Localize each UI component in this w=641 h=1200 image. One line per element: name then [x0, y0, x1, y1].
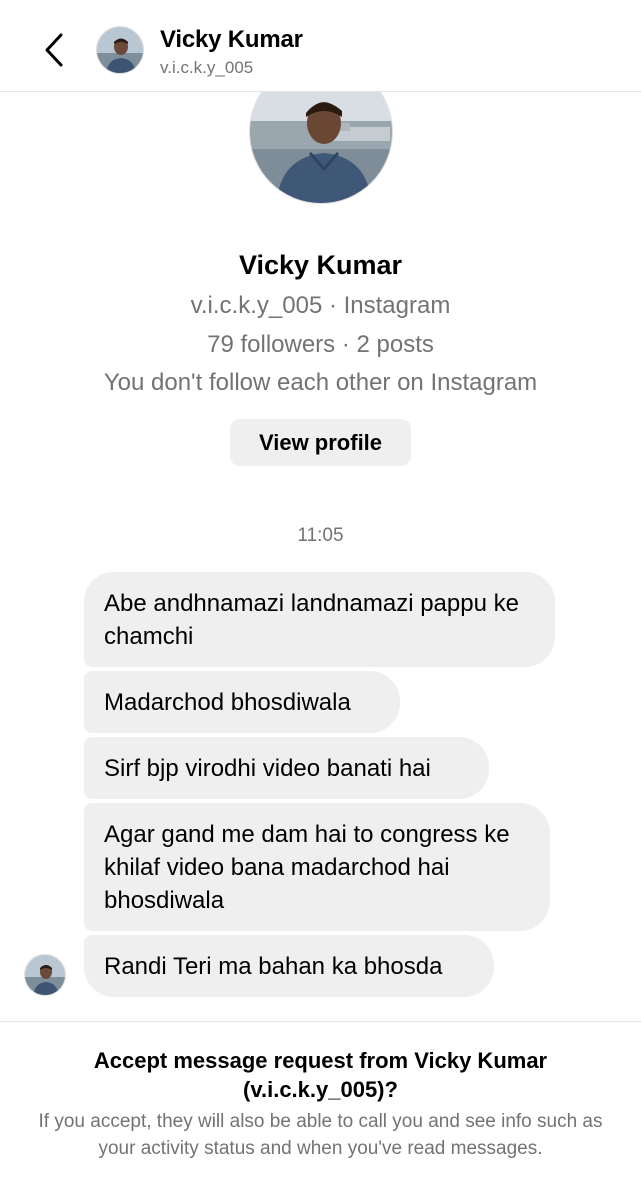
- message-bubble[interactable]: Abe andhnamazi landnamazi pappu ke chamc…: [84, 572, 555, 667]
- request-body: If you accept, they will also be able to…: [38, 1111, 603, 1159]
- header-handle: v.i.c.k.y_005: [160, 58, 254, 77]
- profile-stats-line: 79 followers · 2 posts: [207, 331, 434, 358]
- message-timestamp: 11:05: [297, 525, 344, 546]
- message-bubble[interactable]: Randi Teri ma bahan ka bhosda: [84, 935, 494, 997]
- sender-avatar[interactable]: [24, 954, 66, 996]
- profile-relation-line: You don't follow each other on Instagram: [103, 369, 538, 396]
- message-text: Sirf bjp virodhi video banati hai: [104, 754, 431, 782]
- message-text: Agar gand me dam hai to congress ke khil…: [104, 820, 510, 914]
- message-text: Abe andhnamazi landnamazi pappu ke chamc…: [104, 589, 519, 650]
- header-name[interactable]: Vicky Kumar: [160, 26, 303, 54]
- profile-name: Vicky Kumar: [238, 250, 403, 280]
- chat-header: Vicky Kumar v.i.c.k.y_005: [0, 0, 641, 92]
- profile-handle-line: v.i.c.k.y_005 · Instagram: [190, 292, 451, 319]
- back-button[interactable]: [36, 30, 72, 70]
- message-text: Madarchod bhosdiwala: [104, 688, 351, 716]
- message-bubble[interactable]: Madarchod bhosdiwala: [84, 671, 400, 733]
- chevron-left-icon: [45, 33, 63, 67]
- view-profile-button[interactable]: View profile: [230, 419, 411, 466]
- request-title: Accept message request from Vicky Kumar …: [93, 1048, 548, 1102]
- message-bubble[interactable]: Sirf bjp virodhi video banati hai: [84, 737, 489, 799]
- header-avatar[interactable]: [96, 26, 144, 74]
- message-text: Randi Teri ma bahan ka bhosda: [104, 952, 443, 980]
- message-bubble[interactable]: Agar gand me dam hai to congress ke khil…: [84, 803, 550, 931]
- profile-avatar[interactable]: [249, 92, 393, 204]
- message-request-panel: Accept message request from Vicky Kumar …: [0, 1021, 641, 1200]
